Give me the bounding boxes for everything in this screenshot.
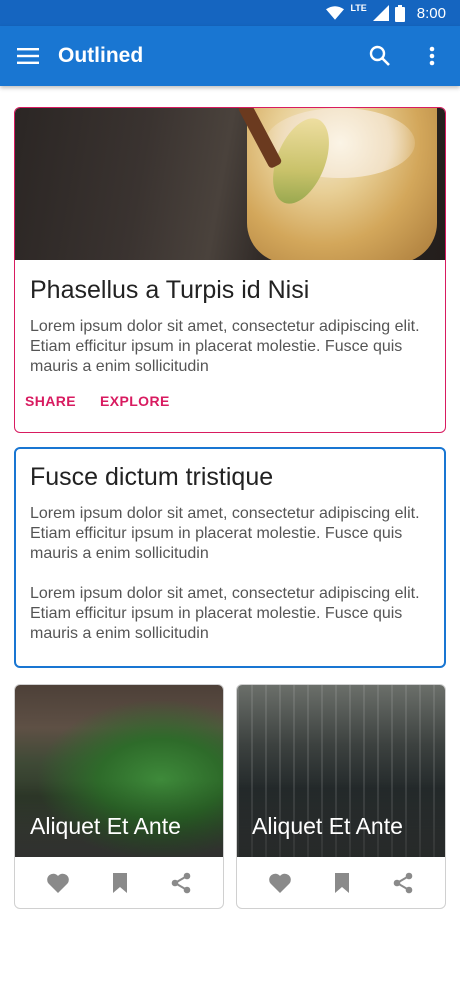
share-button[interactable]: SHARE — [25, 393, 76, 409]
share-icon[interactable] — [170, 872, 192, 894]
bookmark-icon[interactable] — [334, 872, 350, 894]
card-body: Lorem ipsum dolor sit amet, consectetur … — [30, 505, 420, 562]
park-image: Aliquet Et Ante — [15, 685, 223, 857]
grid-card-title: Aliquet Et Ante — [252, 813, 403, 839]
text-card[interactable]: Fusce dictum tristique Lorem ipsum dolor… — [14, 447, 446, 668]
bookmark-icon[interactable] — [112, 872, 128, 894]
menu-icon[interactable] — [10, 38, 46, 74]
content-area: Phasellus a Turpis id Nisi Lorem ipsum d… — [0, 107, 460, 909]
card-grid: Aliquet Et Ante Aliquet Et Ante — [14, 684, 446, 909]
wifi-icon — [326, 6, 345, 20]
grid-card-actions — [237, 857, 445, 908]
top-app-bar: Outlined — [0, 26, 460, 86]
drink-image — [15, 108, 445, 260]
card-body: Lorem ipsum dolor sit amet, consectetur … — [30, 318, 420, 375]
card-body: Lorem ipsum dolor sit amet, consectetur … — [30, 585, 420, 642]
card-title: Phasellus a Turpis id Nisi — [30, 276, 310, 304]
battery-icon — [394, 4, 405, 22]
share-icon[interactable] — [392, 872, 414, 894]
favorite-icon[interactable] — [268, 872, 292, 894]
app-title: Outlined — [58, 44, 144, 67]
more-vert-icon[interactable] — [414, 38, 450, 74]
machinery-image: Aliquet Et Ante — [237, 685, 445, 857]
grid-card[interactable]: Aliquet Et Ante — [236, 684, 446, 909]
grid-card-title: Aliquet Et Ante — [30, 813, 181, 839]
media-card[interactable]: Phasellus a Turpis id Nisi Lorem ipsum d… — [14, 107, 446, 433]
grid-card-actions — [15, 857, 223, 908]
card-actions: SHARE EXPLORE — [25, 393, 445, 409]
status-bar: LTE 8:00 — [0, 0, 460, 26]
favorite-icon[interactable] — [46, 872, 70, 894]
grid-card[interactable]: Aliquet Et Ante — [14, 684, 224, 909]
network-label: LTE — [350, 3, 367, 13]
search-icon[interactable] — [362, 38, 398, 74]
signal-icon — [372, 5, 389, 21]
card-title: Fusce dictum tristique — [30, 463, 274, 491]
explore-button[interactable]: EXPLORE — [100, 393, 170, 409]
status-time: 8:00 — [416, 4, 446, 22]
